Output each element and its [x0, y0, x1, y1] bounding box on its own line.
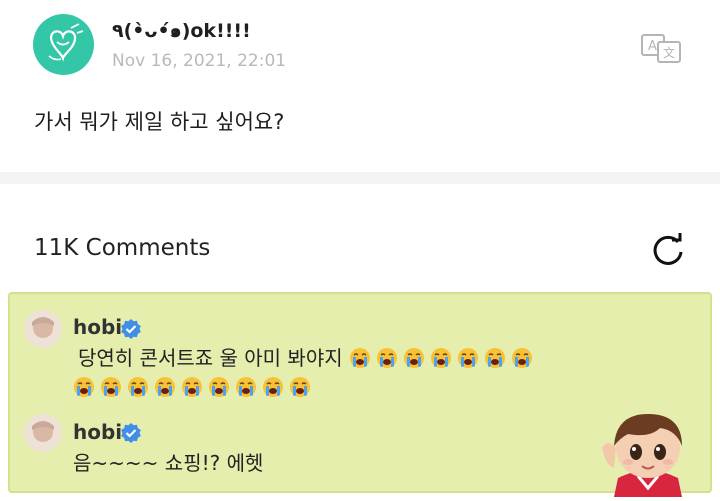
loudly-crying-face-icon — [458, 348, 478, 368]
loudly-crying-face-icon — [209, 377, 229, 397]
loudly-crying-face-icon — [404, 348, 424, 368]
loudly-crying-face-icon — [431, 348, 451, 368]
loudly-crying-face-icon — [128, 377, 148, 397]
heart-doodle-icon — [48, 23, 84, 62]
emoji-row — [349, 346, 538, 370]
author-avatar[interactable] — [33, 14, 94, 75]
comment-text-continued — [73, 372, 316, 402]
author-name[interactable]: ٩(•̀ᴗ•́๑)ok!!!! — [112, 16, 251, 46]
verified-badge-icon — [120, 422, 142, 444]
commenter-name[interactable]: hobi — [73, 315, 122, 339]
verified-badge-icon — [120, 318, 142, 340]
post: ٩(•̀ᴗ•́๑)ok!!!! Nov 16, 2021, 22:01 A 文 … — [0, 0, 720, 172]
svg-text:A: A — [648, 39, 657, 54]
loudly-crying-face-icon — [377, 348, 397, 368]
character-sticker — [598, 408, 698, 497]
loudly-crying-face-icon — [155, 377, 175, 397]
emoji-row — [73, 375, 316, 399]
comment-text: 음~~~~ 쇼핑!? 에헷 — [73, 451, 264, 475]
comments-count-title: 11K Comments — [34, 235, 211, 261]
refresh-icon[interactable] — [648, 230, 688, 270]
loudly-crying-face-icon — [182, 377, 202, 397]
loudly-crying-face-icon — [350, 348, 370, 368]
commenter-avatar[interactable] — [24, 310, 62, 348]
commenter-avatar[interactable] — [24, 414, 62, 452]
loudly-crying-face-icon — [263, 377, 283, 397]
loudly-crying-face-icon — [485, 348, 505, 368]
loudly-crying-face-icon — [236, 377, 256, 397]
commenter-name[interactable]: hobi — [73, 420, 122, 444]
loudly-crying-face-icon — [290, 377, 310, 397]
translate-icon[interactable]: A 文 — [640, 32, 684, 64]
section-divider — [0, 172, 720, 184]
post-date: Nov 16, 2021, 22:01 — [112, 51, 287, 71]
post-body: 가서 뭐가 제일 하고 싶어요? — [34, 110, 285, 134]
loudly-crying-face-icon — [101, 377, 121, 397]
loudly-crying-face-icon — [512, 348, 532, 368]
comment-text: 당연히 콘서트죠 울 아미 봐야지 — [78, 343, 538, 373]
comment-text-line: 당연히 콘서트죠 울 아미 봐야지 — [78, 346, 343, 370]
loudly-crying-face-icon — [74, 377, 94, 397]
svg-text:文: 文 — [663, 45, 675, 60]
